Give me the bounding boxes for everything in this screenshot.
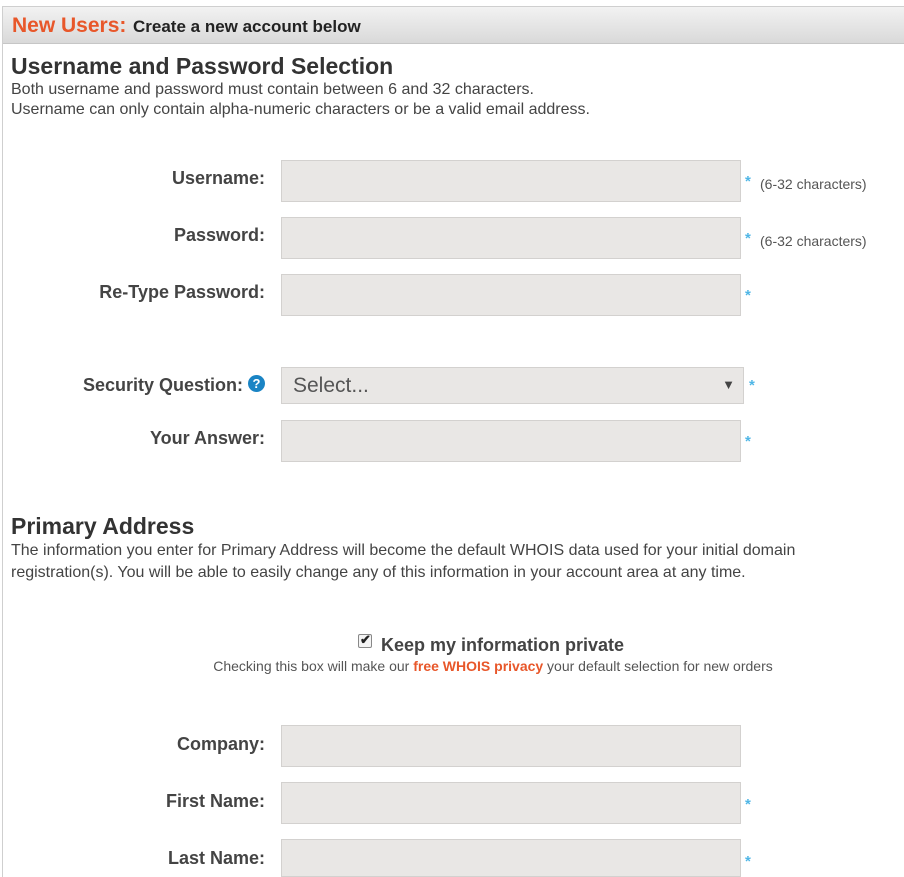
caret-down-icon: ▼	[722, 377, 735, 392]
header-title: New Users:	[12, 14, 127, 37]
password-hint: (6-32 characters)	[760, 233, 867, 249]
required-marker: *	[745, 796, 751, 813]
credentials-desc-line1: Both username and password must contain …	[11, 81, 534, 98]
header-bar: New Users: Create a new account below	[3, 7, 904, 44]
address-desc: The information you enter for Primary Ad…	[11, 542, 796, 581]
required-marker: *	[745, 433, 751, 450]
checkmark-icon: ✔	[360, 632, 371, 647]
security-question-selected: Select...	[293, 374, 369, 397]
last-name-input[interactable]	[281, 839, 741, 877]
privacy-note-after: your default selection for new orders	[543, 658, 773, 674]
security-question-select[interactable]: Select... ▼	[281, 367, 744, 404]
required-marker: *	[749, 377, 755, 394]
privacy-checkbox[interactable]: ✔	[358, 632, 372, 648]
privacy-note-before: Checking this box will make our	[213, 658, 414, 674]
required-marker: *	[745, 230, 751, 247]
company-input[interactable]	[281, 725, 741, 767]
first-name-input[interactable]	[281, 782, 741, 824]
required-marker: *	[745, 173, 751, 190]
credentials-heading: Username and Password Selection	[11, 53, 394, 79]
header-subtitle: Create a new account below	[133, 17, 361, 36]
answer-label: Your Answer:	[149, 428, 265, 448]
privacy-checkbox-label[interactable]: Keep my information private	[381, 635, 624, 656]
required-marker: *	[745, 853, 751, 870]
privacy-note: Checking this box will make our free WHO…	[0, 658, 904, 674]
username-input[interactable]	[281, 160, 741, 202]
security-question-label: Security Question:	[82, 375, 243, 395]
retype-password-input[interactable]	[281, 274, 741, 316]
answer-input[interactable]	[281, 420, 741, 462]
required-marker: *	[745, 287, 751, 304]
credentials-desc-line2: Username can only contain alpha-numeric …	[11, 101, 590, 118]
password-label: Password:	[173, 225, 265, 245]
last-name-label: Last Name:	[167, 848, 265, 868]
first-name-label: First Name:	[165, 791, 265, 811]
whois-privacy-link[interactable]: free WHOIS privacy	[413, 658, 543, 674]
retype-password-label: Re-Type Password:	[99, 282, 265, 302]
company-label: Company:	[176, 734, 265, 754]
question-circle-icon[interactable]: ?	[248, 375, 265, 392]
username-hint: (6-32 characters)	[760, 176, 867, 192]
username-label: Username:	[171, 168, 265, 188]
address-heading: Primary Address	[11, 513, 195, 539]
password-input[interactable]	[281, 217, 741, 259]
